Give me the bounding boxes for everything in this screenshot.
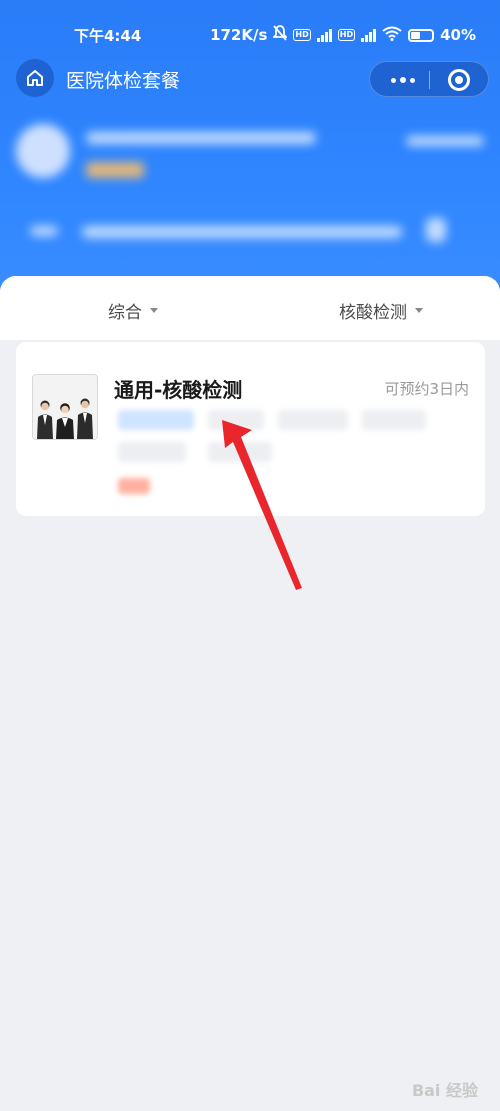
- package-availability: 可预约3日内: [384, 380, 469, 398]
- network-speed: 172K/s: [210, 26, 268, 44]
- miniprogram-capsule: [369, 61, 489, 97]
- home-icon: [27, 70, 43, 86]
- capsule-divider: [429, 71, 430, 89]
- hospital-name-blurred: [86, 132, 316, 144]
- sort-filter-label: 综合: [108, 303, 142, 323]
- tag-blurred: [208, 442, 272, 462]
- address-icon-blurred: [30, 226, 58, 236]
- tag-blurred: [208, 410, 264, 430]
- wifi-icon: [382, 26, 402, 45]
- more-options-icon[interactable]: [386, 70, 420, 90]
- status-time: 下午4:44: [74, 27, 142, 45]
- home-button[interactable]: [16, 59, 54, 97]
- signal-icon: [316, 28, 332, 42]
- category-filter-label: 核酸检测: [339, 303, 407, 323]
- status-bar: 下午4:44 172K/s HD HD 40%: [0, 22, 500, 48]
- category-filter[interactable]: 核酸检测: [339, 298, 423, 323]
- status-icons: 172K/s HD HD 40%: [210, 25, 476, 45]
- hospital-info-blurred: [0, 110, 500, 280]
- nav-bar: 医院体检套餐: [0, 56, 500, 100]
- close-miniprogram-icon[interactable]: [448, 69, 470, 91]
- sort-filter[interactable]: 综合: [108, 298, 158, 323]
- package-thumbnail: [32, 374, 98, 440]
- tag-blurred: [278, 410, 348, 430]
- price-tag-blurred: [118, 478, 150, 494]
- package-title: 通用-核酸检测: [114, 378, 243, 402]
- location-icon-blurred: [426, 218, 446, 242]
- caret-down-icon: [415, 308, 423, 313]
- tag-blurred: [362, 410, 426, 430]
- address-blurred: [82, 226, 402, 238]
- hospital-logo: [16, 124, 70, 178]
- page-title: 医院体检套餐: [66, 70, 181, 92]
- hospital-meta-blurred: [406, 136, 484, 146]
- content-sheet: 综合 核酸检测 通用-核酸检测 可预约3日内: [0, 276, 500, 1111]
- mute-bell-icon: [272, 25, 289, 45]
- package-card[interactable]: 通用-核酸检测 可预约3日内: [16, 342, 485, 516]
- signal-icon-2: [361, 28, 377, 42]
- hospital-badge-blurred: [86, 162, 144, 178]
- tag-blurred: [118, 410, 194, 430]
- hd-icon: HD: [293, 29, 311, 41]
- tag-blurred: [118, 442, 186, 462]
- battery-level: 40%: [440, 26, 476, 44]
- battery-icon: [408, 28, 435, 42]
- watermark: Bai 经验: [411, 1081, 478, 1100]
- hd-icon-2: HD: [337, 29, 356, 41]
- filter-bar: 综合 核酸检测: [0, 276, 500, 340]
- caret-down-icon: [150, 308, 158, 313]
